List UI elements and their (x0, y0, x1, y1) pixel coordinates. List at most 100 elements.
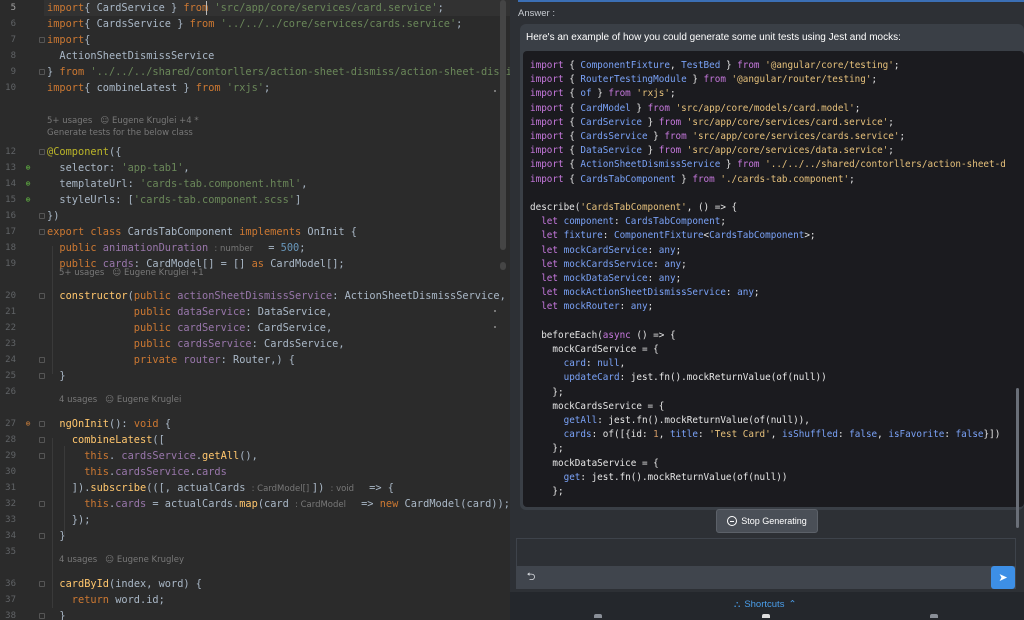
footer-tab-icon[interactable] (762, 614, 770, 618)
implementation-marker-icon[interactable]: ⊕ (23, 163, 33, 173)
code-line[interactable]: } (47, 368, 65, 384)
code-line[interactable]: ngOnInit(): void { (47, 416, 171, 432)
code-line[interactable]: constructor(public actionSheetDismissSer… (47, 288, 506, 304)
fold-marker-icon[interactable] (39, 453, 45, 459)
code-token: ; (681, 258, 687, 270)
fold-marker-icon[interactable] (39, 149, 45, 155)
line-number[interactable]: 27 (0, 416, 16, 432)
line-number[interactable]: 10 (0, 80, 16, 96)
code-line[interactable]: ]).subscribe(([, actualCards : CardModel… (47, 480, 394, 496)
line-number[interactable]: 29 (0, 448, 16, 464)
generate-tests-hint[interactable]: Generate tests for the below class (47, 126, 193, 140)
fold-marker-icon[interactable] (39, 437, 45, 443)
code-line[interactable]: cardById(index, word) { (47, 576, 202, 592)
code-line[interactable]: this.cardsService.cards (47, 464, 227, 480)
line-number[interactable]: 22 (0, 320, 16, 336)
line-number[interactable]: 14 (0, 176, 16, 192)
line-number[interactable]: 37 (0, 592, 16, 608)
code-line[interactable]: }); (47, 512, 91, 528)
usages-hint[interactable]: 5+ usages ☺ Eugene Kruglei +1 (59, 266, 204, 280)
line-number[interactable]: 35 (0, 544, 16, 560)
line-number[interactable]: 8 (0, 48, 16, 64)
send-icon[interactable]: ➤ (991, 566, 1015, 589)
fold-marker-icon[interactable] (39, 613, 45, 619)
fold-marker-icon[interactable] (39, 357, 45, 363)
code-line[interactable]: } (47, 528, 65, 544)
line-number[interactable]: 19 (0, 256, 16, 272)
line-number[interactable]: 26 (0, 384, 16, 400)
fold-marker-icon[interactable] (39, 69, 45, 75)
usages-hint[interactable]: 4 usages ☺ Eugene Krugley (59, 553, 184, 567)
stop-generating-button[interactable]: Stop Generating (716, 509, 818, 533)
fold-marker-icon[interactable] (39, 213, 45, 219)
code-line[interactable]: } from '../../../shared/contorllers/acti… (47, 64, 510, 80)
line-number[interactable]: 30 (0, 464, 16, 480)
code-line[interactable]: this. cardsService.getAll(), (47, 448, 258, 464)
implementation-marker-icon[interactable]: ⊕ (23, 179, 33, 189)
undo-icon[interactable]: ⮌ (524, 569, 538, 585)
code-line[interactable]: templateUrl: 'cards-tab.component.html', (47, 176, 307, 192)
code-line[interactable]: styleUrls: ['cards-tab.component.scss'] (47, 192, 301, 208)
fold-marker-icon[interactable] (39, 37, 45, 43)
line-number[interactable]: 17 (0, 224, 16, 240)
line-number[interactable]: 20 (0, 288, 16, 304)
code-line[interactable]: public cardService: CardService, (47, 320, 332, 336)
code-editor[interactable]: 5 6 7 8 9 10 12 13 14 15 16 17 18 19 20 21 22 23 24 25 26 27 2… (0, 0, 510, 620)
code-line[interactable]: ActionSheetDismissService (47, 48, 214, 64)
line-number[interactable]: 32 (0, 496, 16, 512)
code-line[interactable]: import{ combineLatest } from 'rxjs'; (47, 80, 270, 96)
code-line[interactable]: }) (47, 208, 59, 224)
answer-code-block[interactable]: import { ComponentFixture, TestBed } fro… (523, 51, 1024, 507)
fold-marker-icon[interactable] (39, 533, 45, 539)
code-line[interactable]: public cardsService: CardsService, (47, 336, 345, 352)
line-number[interactable]: 28 (0, 432, 16, 448)
code-line[interactable]: import{ CardsService } from '../../../co… (47, 16, 462, 32)
line-number[interactable]: 7 (0, 32, 16, 48)
footer-tab-icon[interactable] (594, 614, 602, 618)
code-token: : ActionSheetDismissService, (332, 290, 506, 302)
line-number[interactable]: 23 (0, 336, 16, 352)
code-token: }; (530, 386, 564, 398)
code-line[interactable]: public animationDuration : number = 500; (47, 240, 305, 256)
line-number[interactable]: 13 (0, 160, 16, 176)
line-number[interactable]: 9 (0, 64, 16, 80)
line-number[interactable]: 33 (0, 512, 16, 528)
line-number[interactable]: 6 (0, 16, 16, 32)
fold-marker-icon[interactable] (39, 421, 45, 427)
implementation-marker-icon[interactable]: ⊕ (23, 419, 33, 429)
line-number[interactable]: 36 (0, 576, 16, 592)
footer-tab-icon[interactable] (930, 614, 938, 618)
code-line[interactable]: @Component({ (47, 144, 121, 160)
fold-marker-icon[interactable] (39, 293, 45, 299)
fold-marker-icon[interactable] (39, 581, 45, 587)
code-line[interactable]: import{ (47, 32, 90, 48)
usages-hint[interactable]: 4 usages ☺ Eugene Kruglei (59, 393, 181, 407)
prompt-textarea[interactable] (516, 538, 1016, 566)
implementation-marker-icon[interactable]: ⊕ (23, 195, 33, 205)
line-number[interactable]: 16 (0, 208, 16, 224)
fold-marker-icon[interactable] (39, 373, 45, 379)
line-number[interactable]: 18 (0, 240, 16, 256)
code-line[interactable]: return word.id; (47, 592, 165, 608)
line-number[interactable]: 21 (0, 304, 16, 320)
code-line[interactable]: this.cards = actualCards.map(card : Card… (47, 496, 510, 512)
line-number[interactable]: 12 (0, 144, 16, 160)
code-line[interactable]: private router: Router,) { (47, 352, 295, 368)
code-line[interactable]: } (47, 608, 65, 620)
line-number[interactable]: 15 (0, 192, 16, 208)
code-line[interactable]: import{ CardService } from 'src/app/core… (47, 0, 444, 16)
code-line[interactable]: selector: 'app-tab1', (47, 160, 189, 176)
line-number[interactable]: 25 (0, 368, 16, 384)
fold-marker-icon[interactable] (39, 501, 45, 507)
line-number[interactable]: 38 (0, 608, 16, 620)
line-number[interactable]: 34 (0, 528, 16, 544)
line-number[interactable]: 31 (0, 480, 16, 496)
editor-scrollbar[interactable] (500, 0, 506, 250)
line-number[interactable]: 24 (0, 352, 16, 368)
shortcuts-toggle[interactable]: ⛬ Shortcuts ⌃ (734, 599, 796, 610)
code-line[interactable]: public dataService: DataService, (47, 304, 332, 320)
fold-marker-icon[interactable] (39, 229, 45, 235)
chat-scrollbar[interactable] (1016, 388, 1019, 528)
line-number[interactable]: 5 (0, 0, 16, 16)
code-line[interactable]: export class CardsTabComponent implement… (47, 224, 357, 240)
